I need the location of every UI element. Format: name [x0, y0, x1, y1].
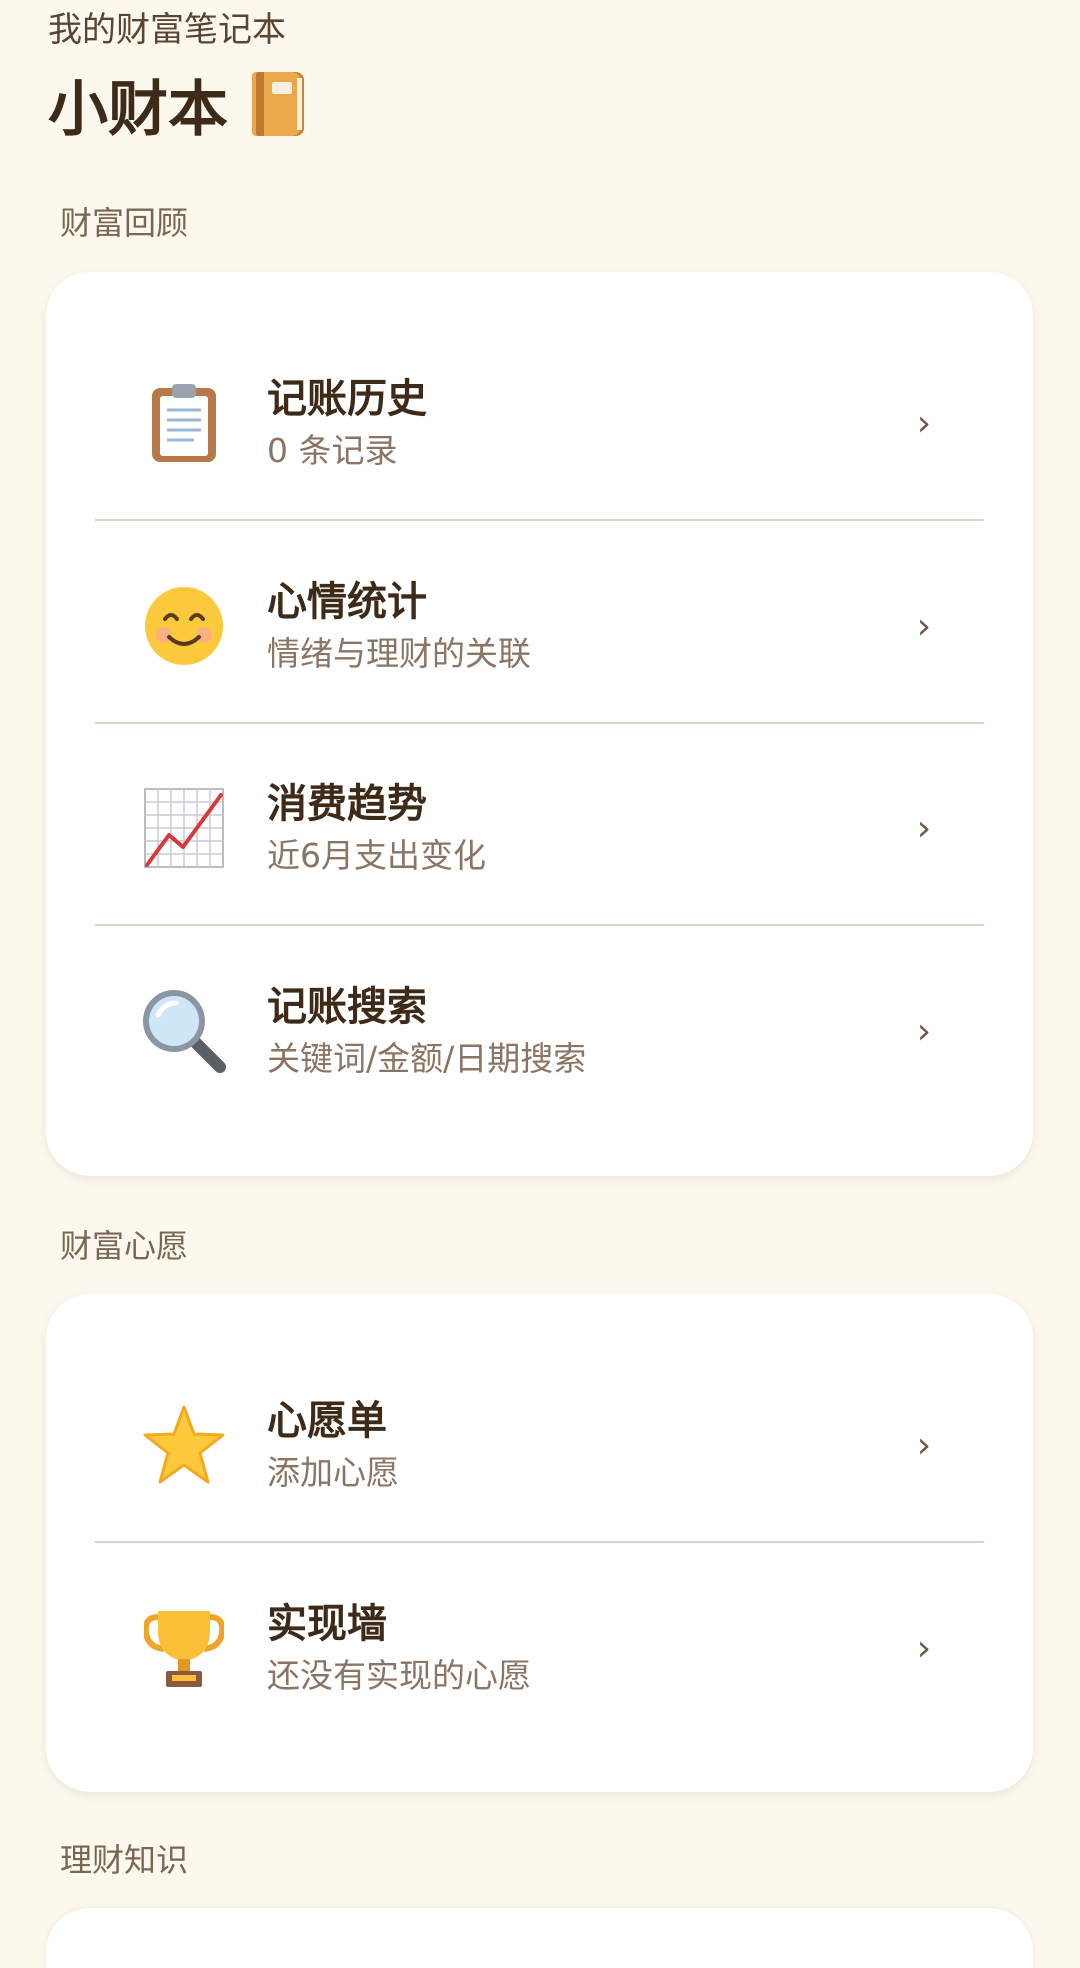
- menu-item-title: 心愿单: [267, 1398, 387, 1444]
- divider: [95, 1541, 984, 1543]
- menu-item-title: 记账搜索: [267, 984, 427, 1030]
- chevron-right-icon: ›: [916, 1424, 932, 1466]
- menu-item-subtitle: 还没有实现的心愿: [267, 1656, 531, 1695]
- menu-item-title: 心情统计: [267, 579, 427, 625]
- menu-item-wishlist[interactable]: 心愿单 添加心愿 ›: [95, 1344, 984, 1546]
- clipboard-icon: [140, 379, 228, 467]
- divider: [95, 924, 984, 926]
- notebook-icon: [252, 72, 304, 136]
- star-icon: [140, 1401, 228, 1489]
- section-heading-wealth-wishes: 财富心愿: [60, 1227, 189, 1265]
- smiling-face-icon: [140, 582, 228, 670]
- menu-item-title: 消费趋势: [267, 781, 427, 827]
- menu-item-spending-trend[interactable]: 消费趋势 近6月支出变化 ›: [95, 727, 984, 929]
- menu-item-subtitle: 0 条记录: [267, 431, 398, 470]
- wealth-wishes-card: 心愿单 添加心愿 › 实现墙 还没有实现的心愿 ›: [46, 1294, 1033, 1792]
- divider: [95, 519, 984, 521]
- wealth-review-card: 记账历史 0 条记录 › 心情统计 情绪与理财的关联 › 消费趋势 近6月支出变…: [46, 272, 1033, 1176]
- menu-item-achievement-wall[interactable]: 实现墙 还没有实现的心愿 ›: [95, 1547, 984, 1749]
- finance-knowledge-card: [46, 1908, 1033, 1968]
- app-title-row: 小财本: [48, 64, 304, 145]
- menu-item-subtitle: 近6月支出变化: [267, 836, 486, 875]
- chevron-right-icon: ›: [916, 1010, 932, 1052]
- menu-item-record-search[interactable]: 记账搜索 关键词/金额/日期搜索 ›: [95, 930, 984, 1132]
- chart-increasing-icon: [140, 784, 228, 872]
- chevron-right-icon: ›: [916, 402, 932, 444]
- chevron-right-icon: ›: [916, 1627, 932, 1669]
- chevron-right-icon: ›: [916, 807, 932, 849]
- app-subtitle: 我的财富笔记本: [48, 10, 286, 50]
- menu-item-subtitle: 关键词/金额/日期搜索: [267, 1039, 587, 1078]
- menu-item-subtitle: 情绪与理财的关联: [267, 634, 531, 673]
- section-heading-finance-knowledge: 理财知识: [60, 1841, 189, 1879]
- menu-item-bookkeeping-history[interactable]: 记账历史 0 条记录 ›: [95, 322, 984, 524]
- app-title: 小财本: [48, 74, 228, 145]
- menu-item-mood-stats[interactable]: 心情统计 情绪与理财的关联 ›: [95, 525, 984, 727]
- chevron-right-icon: ›: [916, 605, 932, 647]
- magnifying-glass-icon: [140, 987, 228, 1075]
- divider: [95, 722, 984, 724]
- trophy-icon: [140, 1604, 228, 1692]
- menu-item-title: 记账历史: [267, 376, 427, 422]
- menu-item-title: 实现墙: [267, 1601, 387, 1647]
- section-heading-wealth-review: 财富回顾: [60, 204, 189, 242]
- menu-item-subtitle: 添加心愿: [267, 1453, 399, 1492]
